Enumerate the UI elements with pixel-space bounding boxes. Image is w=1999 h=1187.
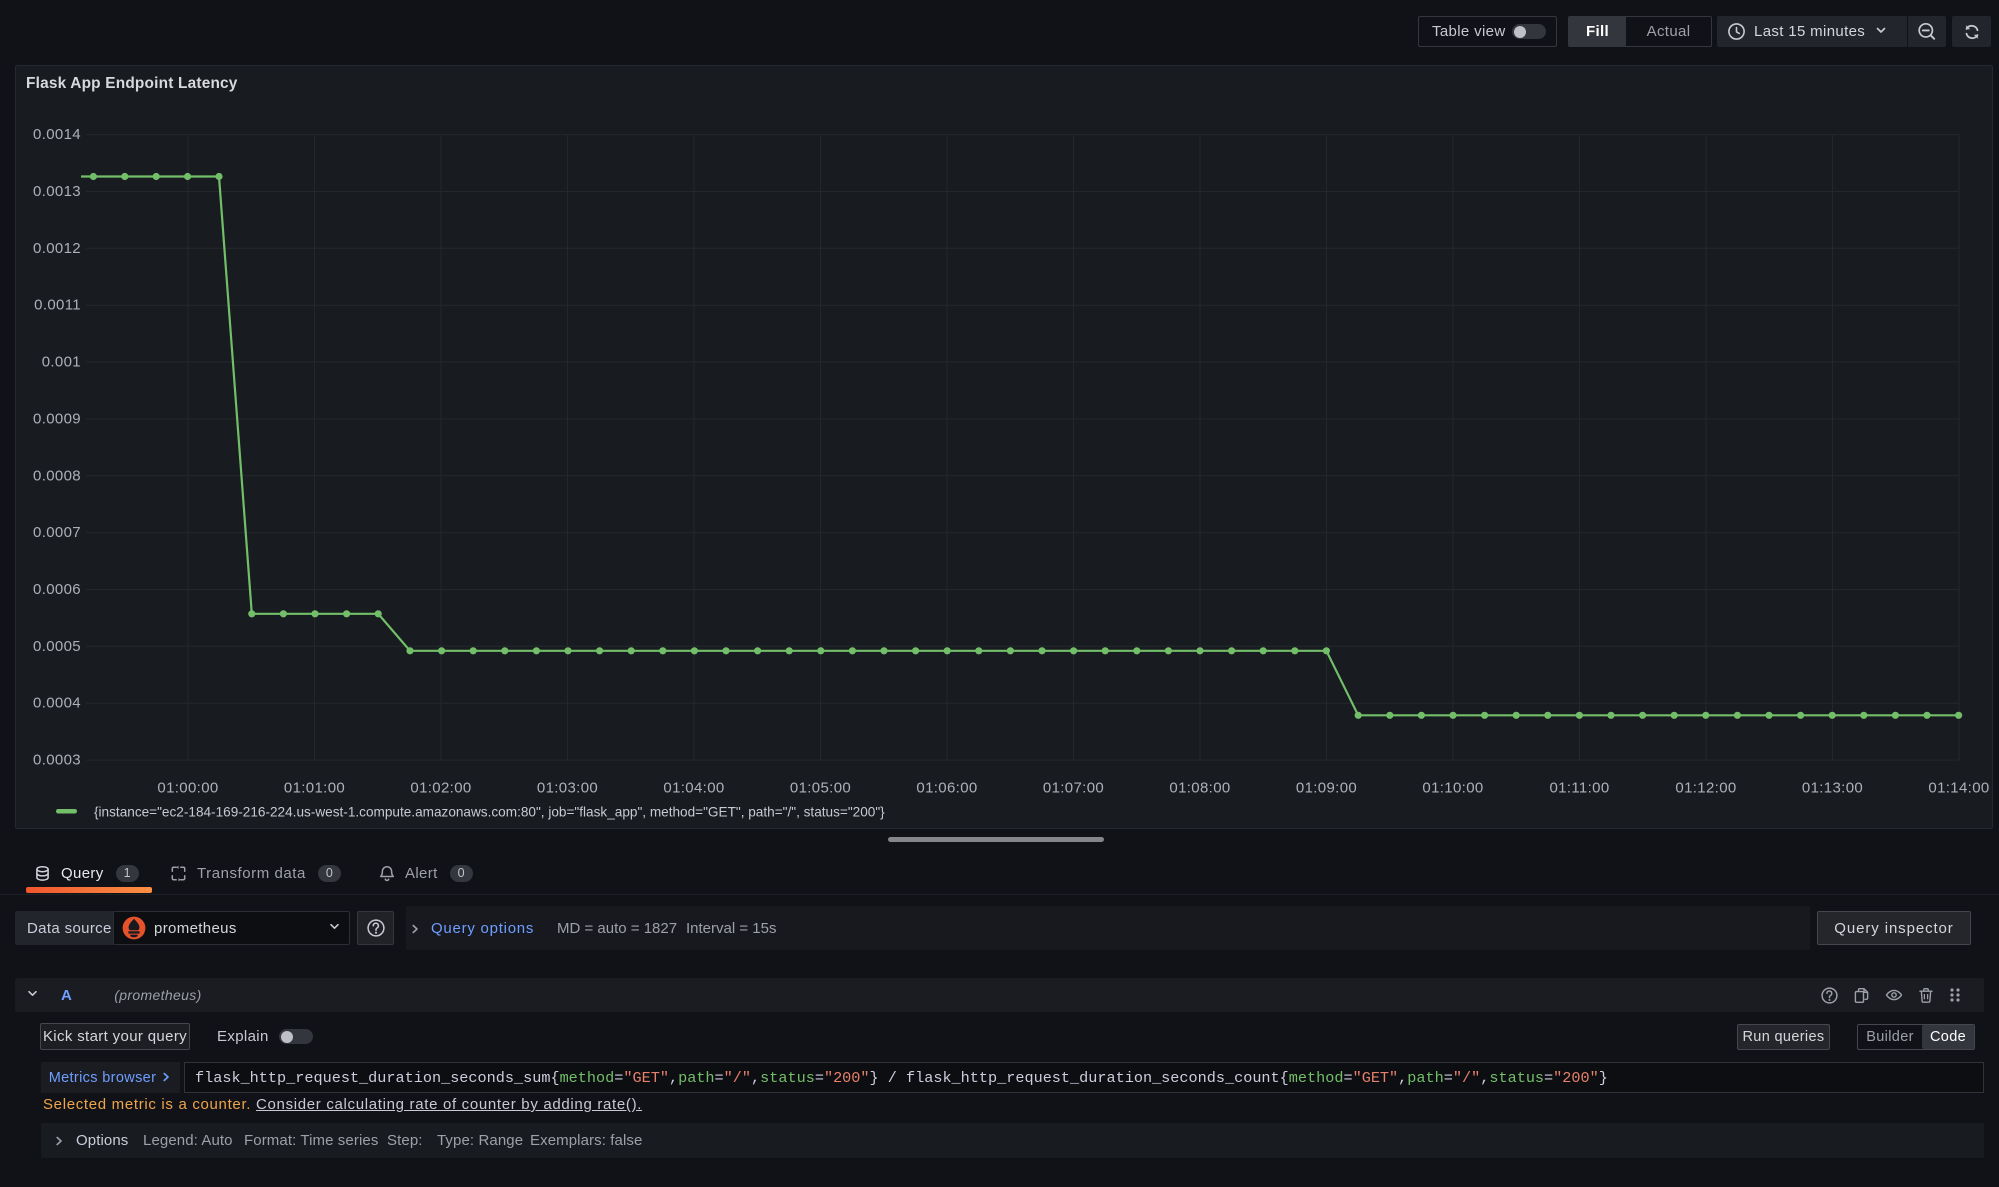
svg-text:01:05:00: 01:05:00 [790,780,851,797]
svg-text:0.001: 0.001 [42,354,81,371]
svg-text:01:03:00: 01:03:00 [537,780,598,797]
svg-text:01:13:00: 01:13:00 [1802,780,1863,797]
svg-text:0.0013: 0.0013 [33,183,81,200]
svg-text:01:07:00: 01:07:00 [1043,780,1104,797]
svg-text:0.0004: 0.0004 [33,695,81,712]
svg-text:01:04:00: 01:04:00 [663,780,724,797]
svg-text:01:08:00: 01:08:00 [1169,780,1230,797]
svg-text:0.0006: 0.0006 [33,581,81,598]
svg-text:0.0011: 0.0011 [34,297,81,314]
svg-text:01:10:00: 01:10:00 [1422,780,1483,797]
svg-text:01:02:00: 01:02:00 [410,780,471,797]
svg-text:0.0014: 0.0014 [33,126,81,143]
svg-text:0.0008: 0.0008 [33,467,81,484]
svg-text:0.0007: 0.0007 [33,524,81,541]
svg-text:01:14:00: 01:14:00 [1928,780,1989,797]
svg-text:{instance="ec2-184-169-216-224: {instance="ec2-184-169-216-224.us-west-1… [94,805,885,820]
svg-text:01:12:00: 01:12:00 [1675,780,1736,797]
svg-text:0.0005: 0.0005 [33,638,81,655]
svg-text:01:01:00: 01:01:00 [284,780,345,797]
svg-text:0.0012: 0.0012 [33,240,81,257]
svg-text:0.0003: 0.0003 [33,752,81,769]
svg-text:01:06:00: 01:06:00 [916,780,977,797]
svg-text:01:00:00: 01:00:00 [157,780,218,797]
svg-text:01:09:00: 01:09:00 [1296,780,1357,797]
svg-text:0.0009: 0.0009 [33,410,81,427]
svg-text:01:11:00: 01:11:00 [1549,780,1609,797]
